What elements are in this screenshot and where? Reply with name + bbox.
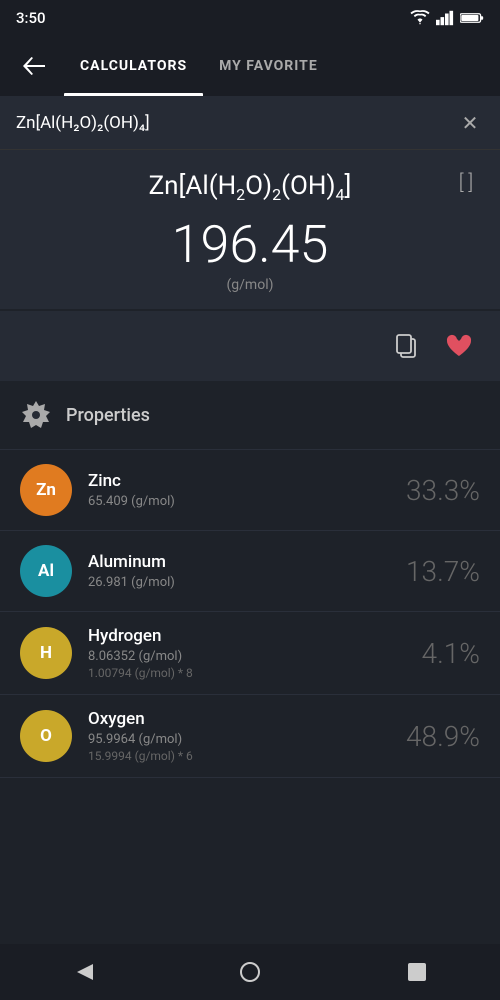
element-detail: 15.9994 (g/mol) * 6	[88, 749, 374, 763]
formula-display: Zn[Al(H2O)2(OH)4]	[20, 170, 480, 206]
top-nav: CALCULATORS MY FAVORITE	[0, 36, 500, 96]
status-icons	[410, 10, 484, 26]
tab-calculators[interactable]: CALCULATORS	[64, 36, 203, 96]
element-detail: 1.00794 (g/mol) * 8	[88, 666, 374, 680]
element-mass: 8.06352 (g/mol)	[88, 649, 374, 664]
molar-unit: (g/mol)	[20, 277, 480, 293]
element-row: O Oxygen 95.9964 (g/mol) 15.9994 (g/mol) * …	[0, 695, 500, 778]
search-input[interactable]	[16, 113, 444, 133]
element-row: Zn Zinc 65.409 (g/mol) 33.3%	[0, 450, 500, 531]
copy-icon	[395, 333, 419, 359]
copy-button[interactable]	[386, 325, 428, 367]
nav-recent-button[interactable]	[392, 947, 442, 997]
element-mass: 65.409 (g/mol)	[88, 494, 374, 509]
element-mass: 95.9964 (g/mol)	[88, 732, 374, 747]
properties-icon	[20, 399, 52, 431]
element-percent: 4.1%	[390, 637, 480, 670]
molar-mass-value: 196.45	[20, 216, 480, 273]
element-info: Zinc 65.409 (g/mol)	[88, 471, 374, 509]
status-bar: 3:50	[0, 0, 500, 36]
element-info: Aluminum 26.981 (g/mol)	[88, 552, 374, 590]
element-mass: 26.981 (g/mol)	[88, 575, 374, 590]
heart-icon	[446, 334, 472, 358]
wifi-icon	[410, 10, 430, 26]
action-row	[0, 311, 500, 381]
element-row: H Hydrogen 8.06352 (g/mol) 1.00794 (g/mol) …	[0, 612, 500, 695]
properties-title: Properties	[66, 405, 150, 426]
nav-tabs: CALCULATORS MY FAVORITE	[64, 36, 484, 96]
element-name: Hydrogen	[88, 626, 374, 646]
bracket-button[interactable]: [ ]	[448, 164, 484, 200]
element-percent: 48.9%	[390, 720, 480, 753]
element-row: Al Aluminum 26.981 (g/mol) 13.7%	[0, 531, 500, 612]
search-bar: ✕	[0, 96, 500, 150]
tab-my-favorite[interactable]: MY FAVORITE	[203, 36, 334, 96]
element-circle: O	[20, 710, 72, 762]
element-percent: 33.3%	[390, 474, 480, 507]
nav-home-button[interactable]	[225, 947, 275, 997]
element-info: Oxygen 95.9964 (g/mol) 15.9994 (g/mol) * 6	[88, 709, 374, 763]
element-name: Aluminum	[88, 552, 374, 572]
status-time: 3:50	[16, 9, 46, 27]
back-button[interactable]	[16, 48, 52, 84]
clear-button[interactable]: ✕	[456, 109, 484, 137]
element-name: Zinc	[88, 471, 374, 491]
elements-list: Zn Zinc 65.409 (g/mol) 33.3% Al Aluminum 26.98…	[0, 450, 500, 778]
element-percent: 13.7%	[390, 555, 480, 588]
bottom-nav	[0, 944, 500, 1000]
favorite-button[interactable]	[438, 325, 480, 367]
properties-section-header: Properties	[0, 381, 500, 450]
formula-card: [ ] Zn[Al(H2O)2(OH)4] 196.45 (g/mol)	[0, 150, 500, 309]
element-info: Hydrogen 8.06352 (g/mol) 1.00794 (g/mol) *…	[88, 626, 374, 680]
element-name: Oxygen	[88, 709, 374, 729]
element-circle: H	[20, 627, 72, 679]
battery-icon	[460, 11, 484, 25]
element-circle: Zn	[20, 464, 72, 516]
signal-icon	[436, 10, 454, 26]
nav-back-button[interactable]	[58, 947, 108, 997]
element-circle: Al	[20, 545, 72, 597]
